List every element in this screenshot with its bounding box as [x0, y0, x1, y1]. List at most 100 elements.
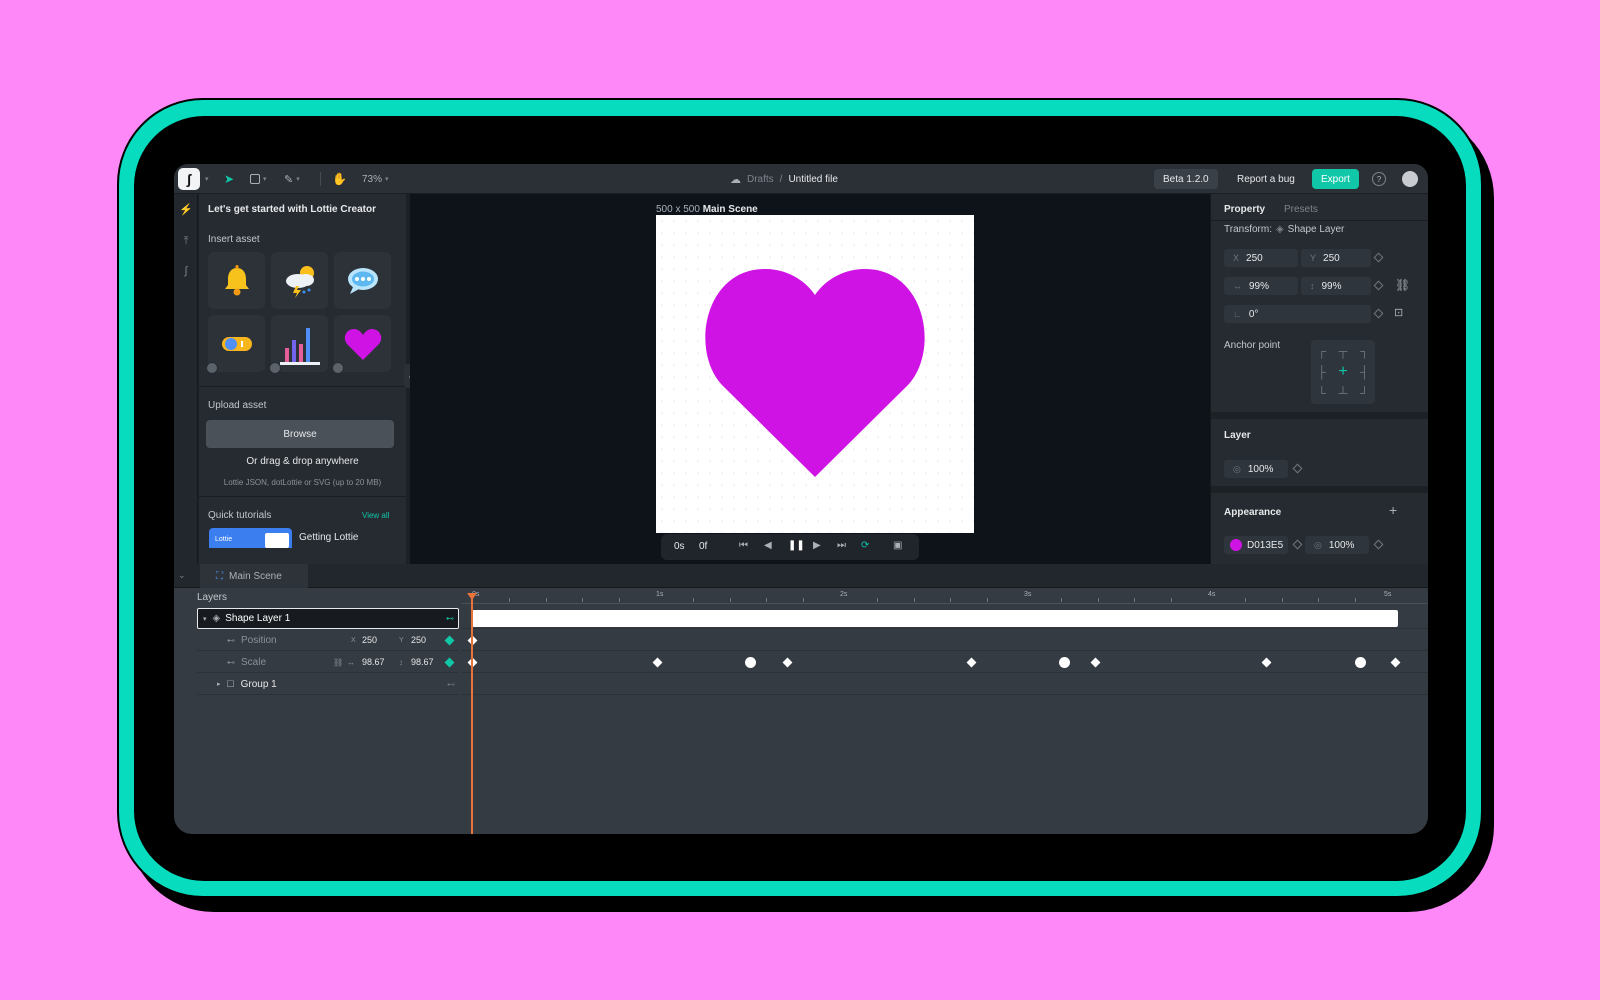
- anchor-top-right[interactable]: ┐: [1354, 340, 1375, 361]
- anchor-top-left[interactable]: ┌: [1311, 340, 1332, 361]
- asset-toggle[interactable]: [206, 315, 265, 374]
- heart-shape[interactable]: [700, 267, 930, 479]
- opacity-icon: ◎: [1314, 539, 1322, 550]
- pen-tool-button[interactable]: ✎ ▾: [284, 164, 300, 194]
- tab-presets[interactable]: Presets: [1284, 204, 1318, 215]
- tutorial-title[interactable]: Getting Lottie: [299, 532, 358, 543]
- property-row-scale[interactable]: ⊷ Scale ⛓ ↔ 98.67 ↕ 98.67: [197, 652, 459, 673]
- section-divider: [1211, 412, 1428, 419]
- width-field[interactable]: ↔ 99%: [1224, 277, 1298, 295]
- anchor-bottom-right[interactable]: ┘: [1354, 383, 1375, 404]
- time-ruler[interactable]: 0s1s2s3s4s5s: [462, 588, 1428, 604]
- y-field[interactable]: Y 250: [1301, 249, 1371, 267]
- preview-icon[interactable]: ▣: [893, 540, 902, 551]
- curve-icon[interactable]: ∫: [179, 264, 193, 278]
- property-row-position[interactable]: ⊷ Position X 250 Y 250: [197, 630, 459, 651]
- insert-asset-heading: Insert asset: [208, 234, 260, 245]
- playhead[interactable]: [467, 593, 477, 834]
- layer-duration-bar[interactable]: [472, 610, 1398, 627]
- keyframe-toggle-icon[interactable]: [444, 635, 455, 645]
- upload-icon[interactable]: ⤒: [179, 234, 193, 248]
- anchor-middle-right[interactable]: ┤: [1354, 361, 1375, 382]
- height-field[interactable]: ↕ 99%: [1301, 277, 1371, 295]
- fill-color-field[interactable]: D013E5: [1224, 536, 1288, 554]
- skip-to-end-icon[interactable]: ⏭: [837, 540, 846, 551]
- expand-caret-icon[interactable]: ▾: [203, 615, 207, 623]
- view-all-link[interactable]: View all: [362, 511, 389, 520]
- zoom-level: 73%: [362, 173, 383, 185]
- chevron-down-icon[interactable]: ⌄: [178, 570, 186, 581]
- chain-icon[interactable]: ⛓: [333, 658, 343, 667]
- zoom-dropdown[interactable]: 73% ▾: [362, 164, 389, 194]
- avatar[interactable]: [1402, 171, 1418, 187]
- file-name[interactable]: Untitled file: [788, 174, 837, 185]
- scale-y-value[interactable]: 98.67: [411, 657, 434, 667]
- position-y-value[interactable]: 250: [411, 635, 426, 645]
- anchor-center[interactable]: +: [1332, 361, 1353, 382]
- tutorial-thumbnail[interactable]: Lottie: [209, 528, 292, 548]
- keyframe-fill-opacity-icon[interactable]: [1373, 539, 1384, 550]
- tab-main-scene[interactable]: ⛶ Main Scene: [200, 564, 308, 588]
- report-bug-button[interactable]: Report a bug: [1237, 164, 1295, 194]
- keyframe-circle[interactable]: [745, 657, 756, 668]
- asset-chat[interactable]: [334, 252, 391, 309]
- anchor-top-center[interactable]: ┬: [1332, 340, 1353, 361]
- asset-heart[interactable]: [332, 315, 391, 374]
- tab-property[interactable]: Property: [1224, 204, 1265, 215]
- keyframe-x-icon[interactable]: [1373, 252, 1384, 263]
- layer-row-group[interactable]: ▸ ☐ Group 1 ⊷: [197, 674, 459, 695]
- layer-name[interactable]: Shape Layer 1: [225, 613, 290, 624]
- keyframe-fill-icon[interactable]: [1292, 539, 1303, 550]
- step-back-icon[interactable]: ◀: [764, 540, 772, 551]
- link-icon[interactable]: ⊷: [446, 614, 454, 623]
- group-name[interactable]: Group 1: [241, 679, 277, 690]
- export-button[interactable]: Export: [1312, 169, 1359, 189]
- help-icon[interactable]: ?: [1372, 172, 1386, 186]
- artboard[interactable]: [656, 215, 974, 533]
- fill-opacity-field[interactable]: ◎ 100%: [1305, 536, 1369, 554]
- keyframe-diamond[interactable]: [1261, 657, 1272, 668]
- fill-color-swatch[interactable]: [1230, 539, 1242, 551]
- keyframe-circle[interactable]: [1355, 657, 1366, 668]
- browse-button[interactable]: Browse: [206, 420, 394, 448]
- anchor-bottom-center[interactable]: ┴: [1332, 383, 1353, 404]
- rotation-field[interactable]: ∟ 0°: [1224, 305, 1371, 323]
- keyframe-diamond[interactable]: [1090, 657, 1101, 668]
- position-x-value[interactable]: 250: [362, 635, 377, 645]
- keyframe-toggle-icon[interactable]: [444, 657, 455, 667]
- skip-to-start-icon[interactable]: ⏮: [739, 540, 748, 551]
- keyframe-diamond[interactable]: [652, 657, 663, 668]
- link-icon[interactable]: ⊷: [447, 680, 455, 689]
- select-tool-icon[interactable]: ➤: [224, 164, 234, 194]
- keyframe-circle[interactable]: [1059, 657, 1070, 668]
- link-icon[interactable]: ⛓: [1395, 278, 1410, 292]
- keyframe-diamond[interactable]: [782, 657, 793, 668]
- focus-icon[interactable]: ⊡: [1394, 306, 1403, 319]
- anchor-bottom-left[interactable]: └: [1311, 383, 1332, 404]
- step-forward-icon[interactable]: ▶: [813, 540, 821, 551]
- x-field[interactable]: X 250: [1224, 249, 1298, 267]
- anchor-middle-left[interactable]: ├: [1311, 361, 1332, 382]
- breadcrumb-drafts[interactable]: Drafts: [747, 174, 774, 185]
- pause-icon[interactable]: ❚❚: [788, 540, 805, 551]
- keyframe-diamond[interactable]: [966, 657, 977, 668]
- lightning-icon[interactable]: ⚡: [179, 202, 193, 216]
- expand-caret-icon[interactable]: ▸: [217, 680, 221, 688]
- asset-bell[interactable]: [208, 252, 265, 309]
- asset-weather[interactable]: [271, 252, 328, 309]
- asset-chart[interactable]: [269, 315, 328, 374]
- keyframe-opacity-icon[interactable]: [1292, 463, 1303, 474]
- app-logo-icon[interactable]: ʃ: [178, 168, 200, 190]
- keyframe-diamond[interactable]: [1390, 657, 1401, 668]
- layer-opacity-field[interactable]: ◎ 100%: [1224, 460, 1288, 478]
- layer-row-shape-layer[interactable]: ▾ ◈ Shape Layer 1 ⊷: [197, 608, 459, 629]
- hand-tool-icon[interactable]: ✋: [332, 164, 347, 194]
- keyframe-scale-icon[interactable]: [1373, 280, 1384, 291]
- scale-x-value[interactable]: 98.67: [362, 657, 385, 667]
- loop-icon[interactable]: ⟳: [861, 540, 869, 551]
- canvas-area[interactable]: 500 x 500 Main Scene 0s 0f ⏮ ◀ ❚❚ ▶ ⏭ ⟳ …: [410, 194, 1210, 564]
- add-appearance-icon[interactable]: +: [1389, 502, 1397, 518]
- shape-tool-button[interactable]: ▾: [250, 164, 267, 194]
- chevron-down-icon[interactable]: ▾: [202, 164, 209, 194]
- keyframe-rotation-icon[interactable]: [1373, 308, 1384, 319]
